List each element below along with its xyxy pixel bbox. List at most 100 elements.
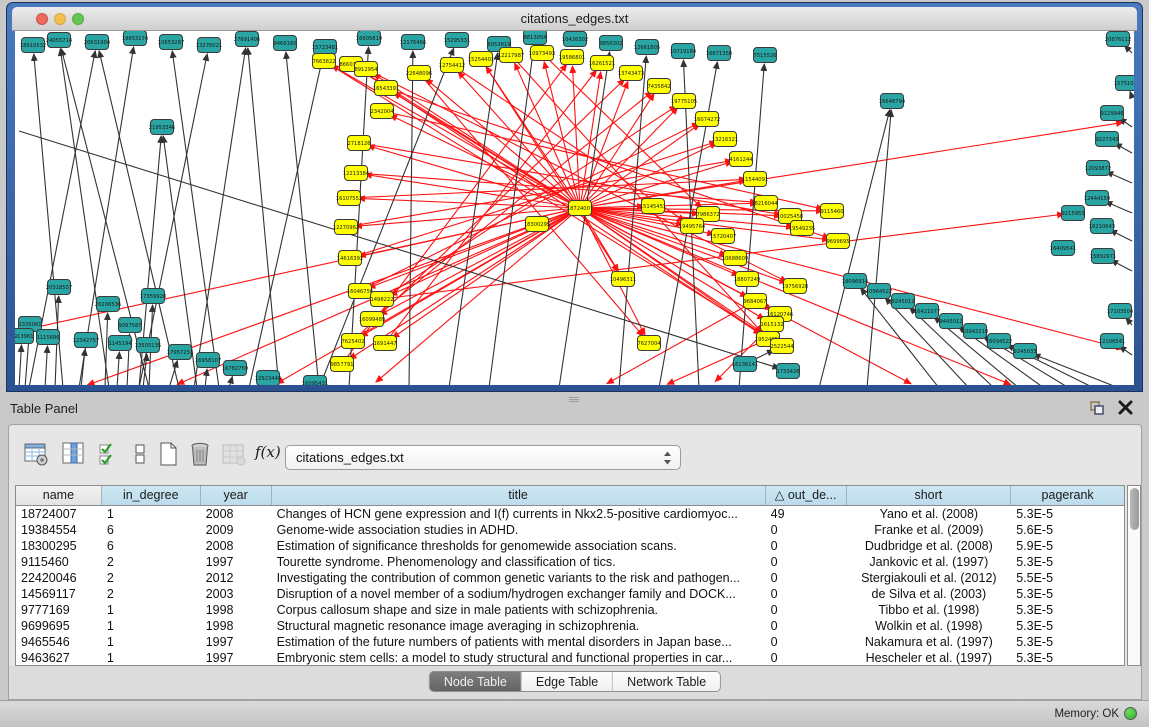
graph-node[interactable]: 20876112 bbox=[1105, 32, 1131, 47]
graph-node[interactable]: 18910532 bbox=[20, 38, 46, 53]
table-row[interactable]: 1872400712008Changes of HCN gene express… bbox=[16, 506, 1124, 522]
table-row[interactable]: 1938455462009Genome-wide association stu… bbox=[16, 522, 1124, 538]
graph-node[interactable]: 15892971 bbox=[1090, 249, 1116, 264]
column-header-pagerank[interactable]: pagerank bbox=[1011, 486, 1124, 505]
graph-node-selected[interactable]: 1615132 bbox=[760, 317, 783, 332]
graph-node-selected[interactable]: 12754412 bbox=[439, 58, 465, 73]
table-row[interactable]: 977716911998Corpus callosum shape and si… bbox=[16, 602, 1124, 618]
graph-node-selected[interactable]: 12213384 bbox=[343, 166, 370, 181]
graph-node-selected[interactable]: 13743473 bbox=[618, 66, 644, 81]
graph-node[interactable]: 10653287 bbox=[158, 35, 184, 50]
table-row[interactable]: 969969511998Structural magnetic resonanc… bbox=[16, 618, 1124, 634]
graph-node-selected[interactable]: 16046756 bbox=[347, 284, 373, 299]
graph-node[interactable]: 16605819 bbox=[356, 31, 382, 46]
graph-node[interactable]: 20631904 bbox=[84, 35, 111, 50]
graph-node[interactable]: 16671358 bbox=[706, 46, 732, 61]
graph-node[interactable]: 9445012 bbox=[939, 314, 962, 329]
graph-node[interactable]: 21953346 bbox=[149, 120, 175, 135]
tab-node-table[interactable]: Node Table bbox=[430, 672, 522, 691]
graph-node[interactable]: 9227343 bbox=[1095, 132, 1118, 147]
graph-node-selected[interactable]: 12217987 bbox=[498, 48, 524, 63]
graph-node[interactable]: 16782759 bbox=[222, 361, 248, 376]
graph-node[interactable]: 1733426 bbox=[776, 364, 799, 379]
table-row[interactable]: 1456911722003Disruption of a novel membe… bbox=[16, 586, 1124, 602]
graph-node-selected[interactable]: 7625402 bbox=[341, 334, 364, 349]
graph-node[interactable]: 3913961 bbox=[15, 329, 34, 344]
show-column-icon[interactable] bbox=[61, 441, 87, 467]
graph-node[interactable]: 16210643 bbox=[1089, 219, 1115, 234]
graph-node[interactable]: 12176466 bbox=[400, 35, 426, 50]
select-columns-icon[interactable] bbox=[97, 441, 123, 467]
graph-node-selected[interactable]: 16074272 bbox=[694, 112, 720, 127]
table-row[interactable]: 2242004622012Investigating the contribut… bbox=[16, 570, 1124, 586]
tab-edge-table[interactable]: Edge Table bbox=[522, 672, 613, 691]
graph-node-selected[interactable]: 14616392 bbox=[337, 251, 363, 266]
table-row[interactable]: 946362711997Embryonic stem cells: a mode… bbox=[16, 650, 1124, 665]
column-header-year[interactable]: year bbox=[201, 486, 272, 505]
graph-node-selected[interactable]: 9857791 bbox=[330, 357, 353, 372]
graph-node-selected[interactable]: 19775105 bbox=[671, 94, 697, 109]
graph-node[interactable]: 24055714 bbox=[46, 33, 73, 48]
graph-node-selected[interactable]: 16261521 bbox=[589, 56, 615, 71]
graph-node[interactable]: 19853174 bbox=[122, 31, 149, 46]
graph-node[interactable]: 16136141 bbox=[732, 357, 758, 372]
graph-node-selected[interactable]: 16107552 bbox=[336, 191, 362, 206]
graph-node[interactable]: 17359928 bbox=[140, 289, 166, 304]
graph-node[interactable]: 7515526 bbox=[753, 48, 776, 63]
close-panel-icon[interactable] bbox=[1118, 400, 1133, 415]
graph-node-selected[interactable]: 15254401 bbox=[468, 52, 494, 67]
graph-node-selected[interactable]: 11544091 bbox=[742, 172, 768, 187]
network-canvas[interactable]: 1891053224055714 20631904 19853174 10653287… bbox=[15, 31, 1134, 385]
graph-node[interactable]: 18096914 bbox=[842, 274, 869, 289]
graph-node[interactable]: 13505135 bbox=[135, 338, 161, 353]
graph-node[interactable]: 16095431 bbox=[302, 376, 328, 386]
graph-node[interactable]: 27691406 bbox=[234, 32, 260, 47]
graph-node-selected[interactable]: 18300295 bbox=[524, 217, 550, 232]
column-header-short[interactable]: short bbox=[847, 486, 1012, 505]
graph-node-selected[interactable]: 1691447 bbox=[373, 336, 396, 351]
table-row[interactable]: 1830029562008Estimation of significance … bbox=[16, 538, 1124, 554]
graph-node[interactable]: 12661805 bbox=[634, 40, 660, 55]
graph-node[interactable]: 12342757 bbox=[73, 333, 99, 348]
graph-node-selected[interactable]: 16543391 bbox=[373, 81, 399, 96]
graph-node[interactable]: 12106541 bbox=[1099, 334, 1125, 349]
graph-node-selected[interactable]: 8216044 bbox=[754, 196, 778, 211]
graph-node-selected[interactable]: 2718126 bbox=[347, 136, 370, 151]
graph-node-selected[interactable]: 10973493 bbox=[529, 46, 555, 61]
tab-network-table[interactable]: Network Table bbox=[613, 672, 720, 691]
graph-node-selected[interactable]: 19549235 bbox=[789, 221, 815, 236]
graph-node[interactable]: 9097587 bbox=[118, 318, 141, 333]
graph-node[interactable]: 9129946 bbox=[1100, 106, 1123, 121]
panel-resize-handle[interactable] bbox=[569, 396, 579, 404]
graph-node-selected[interactable]: 1498222 bbox=[370, 292, 393, 307]
graph-node-selected[interactable]: 19495764 bbox=[679, 219, 706, 234]
graph-node[interactable]: 1145194 bbox=[108, 336, 132, 351]
table-scrollbar[interactable] bbox=[1127, 485, 1141, 666]
table-row[interactable]: 946554611997Estimation of the future num… bbox=[16, 634, 1124, 650]
graph-node[interactable]: 17957253 bbox=[167, 345, 193, 360]
graph-node-selected[interactable]: 19586801 bbox=[559, 50, 585, 65]
graph-node-selected[interactable]: 9699695 bbox=[826, 234, 849, 249]
graph-node[interactable]: 9245012 bbox=[891, 294, 914, 309]
new-table-icon[interactable] bbox=[155, 441, 181, 467]
graph-node-selected[interactable]: 9115460 bbox=[820, 204, 843, 219]
float-panel-icon[interactable] bbox=[1089, 400, 1105, 416]
column-header-title[interactable]: title bbox=[272, 486, 766, 505]
column-header-out-degree[interactable]: △ out_de... bbox=[766, 486, 847, 505]
graph-node-selected[interactable]: 4161244 bbox=[729, 152, 753, 167]
graph-node[interactable]: 9466160 bbox=[273, 36, 296, 51]
graph-node[interactable]: 16409541 bbox=[1050, 241, 1076, 256]
graph-node-selected[interactable]: 9684067 bbox=[743, 294, 766, 309]
graph-node[interactable]: 12923448 bbox=[255, 371, 281, 386]
graph-node-selected[interactable]: 10496311 bbox=[610, 272, 636, 287]
graph-node[interactable]: 16094522 bbox=[986, 334, 1012, 349]
graph-node[interactable]: 20206536 bbox=[95, 297, 121, 312]
network-table-select[interactable]: citations_edges.txt bbox=[285, 445, 681, 470]
graph-node-selected[interactable]: 7435842 bbox=[647, 79, 670, 94]
graph-node[interactable]: 20318557 bbox=[46, 280, 72, 295]
graph-node-selected[interactable]: 13216321 bbox=[712, 132, 738, 147]
graph-node-selected[interactable]: 10688609 bbox=[722, 251, 748, 266]
delete-table-icon[interactable] bbox=[187, 441, 213, 467]
graph-node-selected[interactable]: 15145451 bbox=[640, 199, 666, 214]
graph-node[interactable]: 8813054 bbox=[523, 31, 547, 45]
